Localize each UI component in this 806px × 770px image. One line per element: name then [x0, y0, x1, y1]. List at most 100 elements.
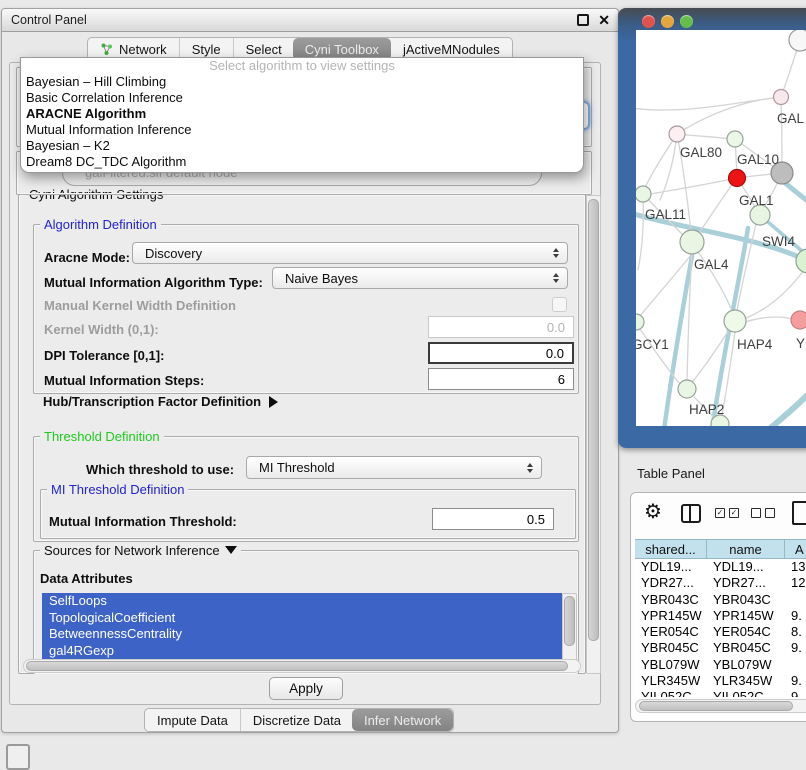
close-window-icon[interactable] [642, 15, 655, 28]
sources-legend-text: Sources for Network Inference [44, 543, 220, 558]
node-gal80[interactable] [669, 126, 685, 142]
table-row[interactable]: YBL079WYBL079W [635, 657, 806, 673]
dpi-tolerance-field[interactable]: 0.0 [428, 342, 574, 364]
table-row[interactable]: YLR345WYLR345W9. [635, 673, 806, 689]
which-threshold-combobox[interactable]: MI Threshold [246, 456, 542, 479]
node-gal4[interactable] [680, 230, 704, 254]
manual-kernel-width-checkbox[interactable] [552, 297, 567, 312]
sources-legend: Sources for Network Inference [40, 543, 241, 558]
attribute-item-topologicalcoefficient[interactable]: TopologicalCoefficient [42, 610, 562, 627]
collapsed-panel-icon[interactable] [6, 744, 30, 770]
mi-steps-label: Mutual Information Steps: [44, 373, 204, 388]
node-gal10[interactable] [727, 131, 743, 147]
table-row[interactable]: YER054CYER054C8. [635, 624, 806, 640]
table-cell: YPR145W [635, 608, 707, 624]
settings-vertical-scrollbar[interactable] [586, 195, 601, 674]
table-cell: 9. [785, 640, 806, 656]
table-cell: YLR345W [635, 673, 707, 689]
column-header-shared[interactable]: shared... [635, 539, 707, 559]
node-swi4[interactable] [750, 205, 770, 225]
document-icon[interactable] [792, 501, 806, 525]
tab-impute-data[interactable]: Impute Data [145, 709, 240, 731]
dropdown-item-dream8-dc-tdc-algorithm[interactable]: Dream8 DC_TDC Algorithm [21, 154, 583, 170]
table-cell: YPR145W [707, 608, 785, 624]
mi-algorithm-type-combobox[interactable]: Naive Bayes [272, 267, 568, 289]
table-cell: YIL052C [635, 689, 707, 697]
aracne-mode-combobox[interactable]: Discovery [132, 242, 568, 264]
spinner-icon [553, 273, 559, 283]
node-top[interactable] [789, 30, 806, 51]
sources-frame: Sources for Network Inference Data Attri… [33, 550, 579, 674]
scrollbar-thumb[interactable] [588, 199, 599, 641]
kernel-width-field[interactable]: 0.0 [428, 316, 574, 338]
network-edge-teal [766, 378, 806, 426]
dropdown-item-bayesian-hill-climbing[interactable]: Bayesian – Hill Climbing [21, 74, 583, 90]
select-all-checkboxes-icon[interactable]: ✓✓ [715, 508, 739, 518]
node-right-big[interactable] [796, 249, 806, 273]
node-gal11[interactable] [636, 186, 651, 202]
gear-icon[interactable]: ⚙ [644, 499, 662, 524]
aracne-mode-label: Aracne Mode: [44, 250, 130, 265]
table-row[interactable]: YPR145WYPR145W9. [635, 608, 806, 624]
table-row[interactable]: YDL19...YDL19...13 [635, 559, 806, 575]
table-row[interactable]: YIL052CYIL052C9 [635, 689, 806, 697]
network-edge-gray [744, 174, 772, 177]
table-cell: 9. [785, 673, 806, 689]
node-salmon[interactable] [791, 311, 806, 329]
table-row[interactable]: YBR043CYBR043C [635, 592, 806, 608]
spinner-icon [527, 463, 533, 473]
mi-threshold-field[interactable]: 0.5 [432, 508, 554, 530]
apply-button[interactable]: Apply [269, 677, 343, 700]
column-header-name[interactable]: name [707, 539, 785, 559]
mi-threshold-definition-frame: MI Threshold Definition Mutual Informati… [40, 489, 576, 539]
node-label-gal1: GAL1 [739, 193, 774, 208]
node-hap4[interactable] [724, 310, 746, 332]
dropdown-item-mutual-information-inference[interactable]: Mutual Information Inference [21, 122, 583, 138]
table-header-row: shared...nameA [635, 539, 806, 559]
mi-threshold-label: Mutual Information Threshold: [49, 514, 237, 529]
network-icon [100, 42, 114, 56]
collapse-arrow-icon[interactable] [225, 546, 237, 554]
attribute-item-gal4rgexp[interactable]: gal4RGexp [42, 643, 562, 660]
tab-label: Select [246, 42, 282, 57]
close-icon[interactable]: ✕ [598, 14, 610, 26]
network-canvas[interactable]: GALGAL80GAL10GAL1GAL11SWI4GAL4GCY1HAP4YH… [636, 30, 806, 426]
algorithm-dropdown-list: Select algorithm to view settingsBayesia… [20, 57, 584, 173]
dropdown-item-basic-correlation-inference[interactable]: Basic Correlation Inference [21, 90, 583, 106]
table-row[interactable]: YDR27...YDR27...12 [635, 575, 806, 591]
tab-label: Style [192, 42, 221, 57]
split-columns-icon[interactable] [681, 504, 701, 523]
threshold-definition-legend: Threshold Definition [40, 429, 164, 444]
scrollbar-thumb[interactable] [26, 661, 568, 671]
scrollbar-thumb[interactable] [564, 596, 575, 646]
deselect-all-checkboxes-icon[interactable] [751, 508, 775, 518]
node-hap2[interactable] [678, 380, 696, 398]
node-gal-pink[interactable] [774, 90, 789, 105]
network-edge-gray [699, 178, 737, 233]
node-label-hap4: HAP4 [737, 337, 773, 352]
data-attributes-list[interactable]: SelfLoopsTopologicalCoefficientBetweenne… [42, 593, 562, 661]
scrollbar-thumb[interactable] [639, 701, 793, 711]
attribute-item-selfloops[interactable]: SelfLoops [42, 593, 562, 610]
tab-infer-network[interactable]: Infer Network [352, 709, 453, 731]
zoom-window-icon[interactable] [680, 15, 693, 28]
settings-horizontal-scrollbar[interactable] [23, 659, 581, 673]
cyni-bottom-tabbar: Impute DataDiscretize DataInfer Network [144, 708, 454, 732]
node-gcy1[interactable] [636, 314, 644, 330]
float-window-icon[interactable] [577, 14, 589, 26]
mi-steps-field[interactable]: 6 [428, 368, 574, 390]
minimize-window-icon[interactable] [661, 15, 674, 28]
table-horizontal-scrollbar[interactable] [635, 699, 806, 713]
column-header-a[interactable]: A [785, 539, 806, 559]
spinner-icon [553, 248, 559, 258]
hub-definition-expander[interactable]: Hub/Transcription Factor Definition [43, 394, 278, 409]
node-gal1[interactable] [729, 170, 746, 187]
dropdown-item-aracne-algorithm[interactable]: ARACNE Algorithm [21, 106, 583, 122]
dropdown-item-bayesian-k2[interactable]: Bayesian – K2 [21, 138, 583, 154]
attribute-item-betweennesscentrality[interactable]: BetweennessCentrality [42, 626, 562, 643]
tab-discretize-data[interactable]: Discretize Data [240, 709, 353, 731]
attributes-vertical-scrollbar[interactable] [562, 593, 577, 663]
dpi-tolerance-label: DPI Tolerance [0,1]: [44, 348, 164, 363]
table-row[interactable]: YBR045CYBR045C9. [635, 640, 806, 656]
hub-definition-label: Hub/Transcription Factor Definition [43, 394, 261, 409]
